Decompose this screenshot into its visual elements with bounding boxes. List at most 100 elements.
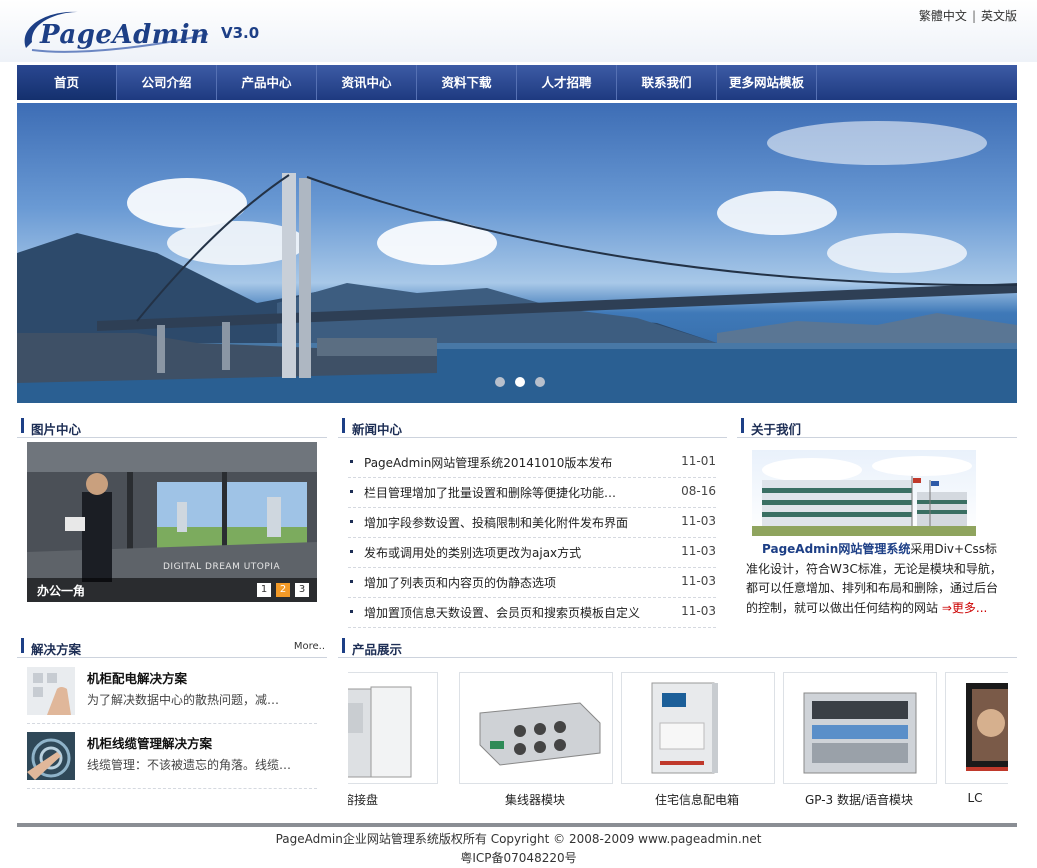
bullet-icon: [350, 490, 353, 493]
nav-item-downloads[interactable]: 资料下载: [417, 65, 517, 100]
slide-dot-3[interactable]: [535, 377, 545, 387]
picture-page-3[interactable]: 3: [295, 583, 309, 597]
header: PageAdmin V3.0 繁體中文 | 英文版: [0, 0, 1037, 62]
nav-item-company[interactable]: 公司介绍: [117, 65, 217, 100]
picture-pager: 1 2 3: [257, 583, 309, 597]
solutions-section-header: 解决方案 More..: [17, 635, 327, 658]
about-section-header: 关于我们: [737, 415, 1017, 438]
product-label: GP-3 数据/语音模块: [804, 793, 914, 807]
news-item-title: 增加了列表页和内容页的伪静态选项: [364, 576, 557, 590]
solution-thumbnail: [27, 667, 75, 715]
picture-caption: 办公一角: [37, 584, 86, 598]
solution-thumbnail: [27, 732, 75, 780]
news-item-date: 11-03: [681, 604, 716, 618]
slide-dot-2[interactable]: [515, 377, 525, 387]
lang-traditional-link[interactable]: 繁體中文: [919, 9, 967, 23]
section-marker: [21, 418, 24, 433]
news-item-date: 11-03: [681, 574, 716, 588]
news-item[interactable]: 增加了列表页和内容页的伪静态选项 11-03: [348, 568, 716, 598]
product-label: 住宅信息配电箱: [654, 793, 739, 807]
nav-item-products[interactable]: 产品中心: [217, 65, 317, 100]
product-card[interactable]: [621, 672, 775, 784]
news-item[interactable]: 发布或调用处的类别选项更改为ajax方式 11-03: [348, 538, 716, 568]
about-lead: PageAdmin网站管理系统: [762, 542, 911, 556]
bullet-icon: [350, 580, 353, 583]
news-item-date: 11-03: [681, 544, 716, 558]
nav-item-news[interactable]: 资讯中心: [317, 65, 417, 100]
bullet-icon: [350, 460, 353, 463]
news-item-title: 栏目管理增加了批量设置和删除等便捷化功能…: [364, 486, 617, 500]
footer-divider: [17, 823, 1017, 827]
news-item[interactable]: 增加置顶信息天数设置、会员页和搜索页模板自定义 11-03: [348, 598, 716, 628]
product-card[interactable]: [459, 672, 613, 784]
product-label: 集线器模块: [504, 793, 565, 807]
bullet-icon: [350, 610, 353, 613]
about-more-link[interactable]: 更多...: [952, 601, 987, 615]
language-switch: 繁體中文 | 英文版: [919, 7, 1017, 24]
section-marker: [741, 418, 744, 433]
solutions-title: 解决方案: [31, 642, 82, 657]
about-description: PageAdmin网站管理系统采用Div+Css标准化设计，符合W3C标准，无论…: [746, 540, 1008, 618]
lang-english-link[interactable]: 英文版: [981, 9, 1017, 23]
product-card[interactable]: [945, 672, 1008, 784]
section-marker: [21, 638, 24, 653]
picture-overlay-text: DIGITAL DREAM UTOPIA: [163, 562, 281, 572]
logo-text: PageAdmin: [40, 20, 210, 50]
product-label: LC: [967, 791, 983, 805]
pictures-section-header: 图片中心: [17, 415, 327, 438]
section-marker: [342, 418, 345, 433]
bullet-icon: [350, 550, 353, 553]
picture-slider[interactable]: 办公一角 1 2 3 DIGITAL DREAM UTOPIA: [27, 442, 317, 602]
news-list: PageAdmin网站管理系统20141010版本发布 11-01 栏目管理增加了…: [348, 448, 716, 628]
lang-separator: |: [971, 9, 976, 23]
product-card[interactable]: [348, 672, 438, 784]
about-title: 关于我们: [751, 422, 802, 437]
news-item-date: 11-01: [681, 454, 716, 468]
news-item-date: 11-03: [681, 514, 716, 528]
products-section-header: 产品展示: [338, 635, 1017, 658]
picture-caption-bar: 办公一角 1 2 3: [27, 578, 317, 602]
news-item-title: PageAdmin网站管理系统20141010版本发布: [364, 456, 613, 470]
logo-version: V3.0: [221, 24, 260, 42]
solution-item[interactable]: 机柜线缆管理解决方案 线缆管理：不该被遗忘的角落。线缆…: [27, 732, 317, 789]
news-item-title: 发布或调用处的类别选项更改为ajax方式: [364, 546, 582, 560]
news-item-title: 增加字段参数设置、投稿限制和美化附件发布界面: [364, 516, 629, 530]
products-carousel: 熔接盘 集线器模块 住宅信息配电箱 GP-3 数据/语音模块 LC: [348, 672, 1008, 812]
solution-item[interactable]: 机柜配电解决方案 为了解决数据中心的散热问题，减…: [27, 667, 317, 724]
bullet-icon: [350, 520, 353, 523]
news-item[interactable]: 栏目管理增加了批量设置和删除等便捷化功能… 08-16: [348, 478, 716, 508]
company-building-image: [752, 450, 976, 536]
slide-indicators: [495, 377, 545, 387]
solution-desc: 线缆管理：不该被遗忘的角落。线缆…: [87, 758, 292, 772]
solution-title: 机柜配电解决方案: [87, 671, 188, 686]
footer-copyright: PageAdmin企业网站管理系统版权所有 Copyright © 2008-2…: [275, 832, 762, 846]
pictures-title: 图片中心: [31, 422, 82, 437]
news-title: 新闻中心: [352, 422, 403, 437]
nav-item-home[interactable]: 首页: [17, 65, 117, 100]
news-item[interactable]: PageAdmin网站管理系统20141010版本发布 11-01: [348, 448, 716, 478]
nav-item-jobs[interactable]: 人才招聘: [517, 65, 617, 100]
picture-page-2[interactable]: 2: [276, 583, 290, 597]
section-marker: [342, 638, 345, 653]
bridge-landscape-image: [17, 121, 1017, 403]
slide-dot-1[interactable]: [495, 377, 505, 387]
picture-page-1[interactable]: 1: [257, 583, 271, 597]
banner-slideshow[interactable]: [17, 103, 1017, 403]
news-section-header: 新闻中心: [338, 415, 727, 438]
news-item-title: 增加置顶信息天数设置、会员页和搜索页模板自定义: [364, 606, 641, 620]
main-nav: 首页 公司介绍 产品中心 资讯中心 资料下载 人才招聘 联系我们 更多网站模板: [17, 65, 1017, 100]
solution-desc: 为了解决数据中心的散热问题，减…: [87, 693, 280, 707]
site-logo[interactable]: PageAdmin V3.0: [18, 6, 278, 58]
news-item[interactable]: 增加字段参数设置、投稿限制和美化附件发布界面 11-03: [348, 508, 716, 538]
page: PageAdmin V3.0 繁體中文 | 英文版 首页 公司介绍 产品中心 资讯中…: [0, 0, 1037, 868]
product-card[interactable]: [783, 672, 937, 784]
solutions-more-link[interactable]: More..: [294, 641, 325, 652]
products-title: 产品展示: [352, 642, 403, 657]
nav-item-more-templates[interactable]: 更多网站模板: [717, 65, 817, 100]
about-more-arrow-icon: ⇒: [941, 600, 952, 615]
nav-item-contact[interactable]: 联系我们: [617, 65, 717, 100]
news-item-date: 08-16: [681, 484, 716, 498]
solution-title: 机柜线缆管理解决方案: [87, 736, 213, 751]
footer-icp[interactable]: 粤ICP备07048220号: [0, 849, 1037, 866]
product-label: 熔接盘: [348, 793, 378, 807]
